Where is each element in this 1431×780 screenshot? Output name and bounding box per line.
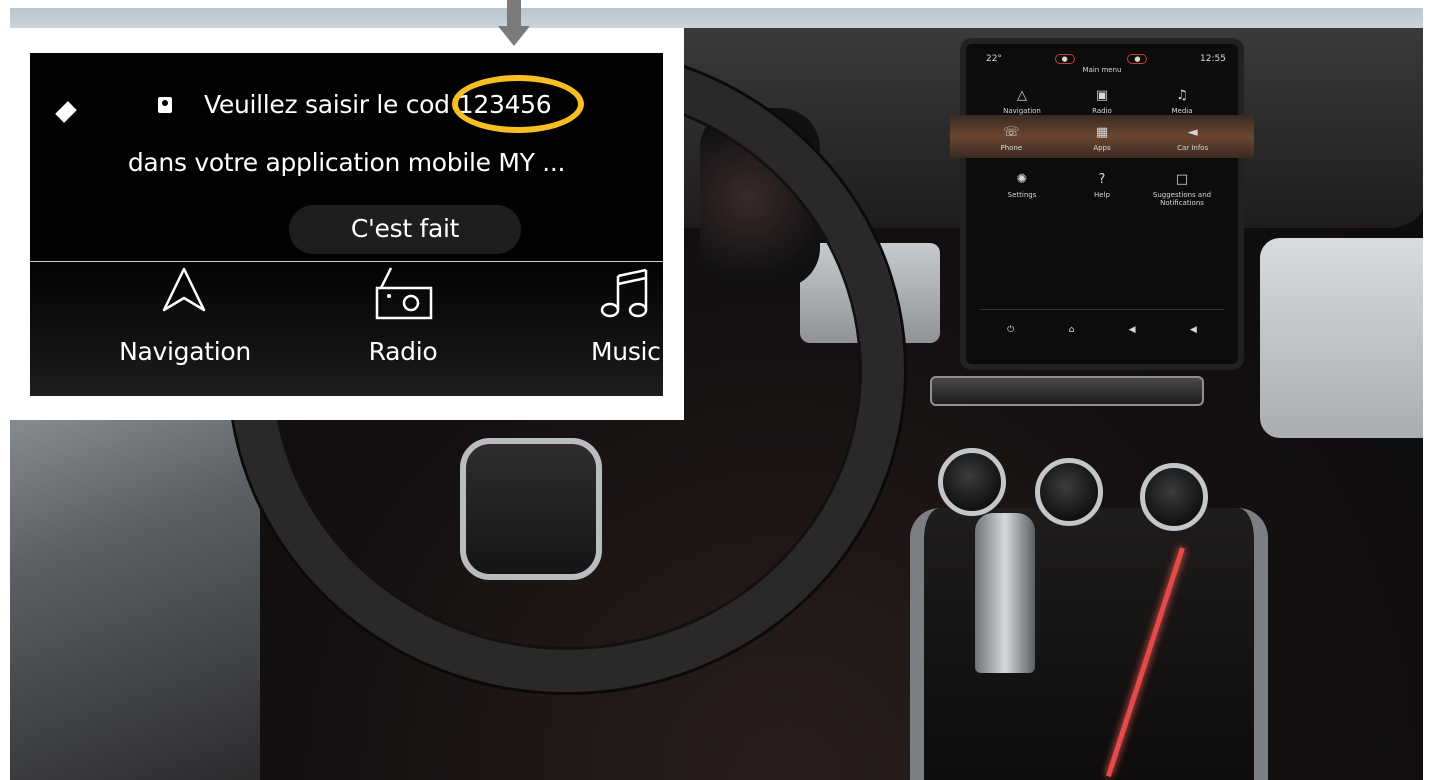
climate-knob-left [938, 448, 1006, 516]
dashboard-trim-right [1260, 238, 1423, 438]
car-menu-label: Car Infos [1177, 144, 1209, 152]
inset-main-menu: Navigation Radio Music [30, 262, 663, 396]
code-highlight-circle [452, 75, 584, 133]
gear-shifter [975, 513, 1035, 673]
car-menu-label: Apps [1093, 144, 1111, 152]
door-panel [10, 408, 260, 780]
car-screen-menu-row-3: ✺ Settings ? Help □ Suggestions and Notific… [966, 158, 1238, 207]
menu-label-navigation: Navigation [119, 337, 251, 366]
car-screen-pill-2: ● [1127, 54, 1148, 64]
notification-message-line2: dans votre application mobile MY ... [127, 148, 566, 177]
volume-up-icon[interactable]: ◀ [1190, 325, 1197, 335]
car-menu-label: Help [1094, 191, 1110, 199]
car-menu-suggestions[interactable]: □ Suggestions and Notifications [1142, 172, 1222, 207]
volume-down-icon[interactable]: ◀ [1129, 325, 1136, 335]
car-screen-bottom-bar: ⏻ ⌂ ◀ ◀ [980, 309, 1224, 350]
car-menu-media[interactable]: ♫ Media [1142, 88, 1222, 115]
car-menu-radio[interactable]: ▣ Radio [1062, 88, 1142, 115]
car-menu-apps[interactable]: ▦ Apps [1057, 125, 1148, 152]
zoomed-screen-inset: Veuillez saisir le cod 123456 dans votre … [8, 28, 684, 420]
navigation-arrow-icon [162, 267, 206, 312]
car-multimedia-screen: 22° ● ● 12:55 Main menu △ Navigation ▣ Rad… [950, 38, 1254, 370]
car-menu-label: Navigation [1003, 107, 1041, 115]
car-menu-car-infos[interactable]: ◄ Car Infos [1147, 125, 1238, 152]
menu-item-music[interactable]: Music [550, 262, 663, 396]
control-strip [930, 376, 1204, 406]
home-icon[interactable]: ⌂ [1069, 325, 1075, 335]
help-icon: ? [1098, 172, 1106, 187]
notification-prefix: Veuillez saisir le cod [204, 90, 450, 119]
contact-card-icon [158, 97, 172, 113]
car-screen-menu-row-2: ☏ Phone ▦ Apps ◄ Car Infos [950, 115, 1254, 158]
radio-icon [375, 267, 433, 320]
car-screen-title: Main menu [1082, 66, 1122, 74]
navigation-icon: △ [1017, 88, 1027, 103]
car-screen-status-bar: 22° ● ● 12:55 [966, 44, 1238, 64]
car-menu-label: Settings [1007, 191, 1037, 199]
center-console [910, 508, 1268, 780]
menu-item-radio[interactable]: Radio [303, 262, 503, 396]
car-icon: ◄ [1187, 125, 1198, 140]
car-menu-phone[interactable]: ☏ Phone [966, 125, 1057, 152]
climate-knob-center [1035, 458, 1103, 526]
music-note-icon: ♫ [1176, 88, 1188, 103]
menu-label-music: Music [591, 337, 661, 366]
radio-icon: ▣ [1095, 88, 1109, 103]
car-screen-time: 12:55 [1200, 54, 1226, 64]
car-screen-menu-grid: △ Navigation ▣ Radio ♫ Media [966, 74, 1238, 115]
phone-icon: ☏ [1003, 125, 1020, 140]
car-screen-temperature: 22° [986, 54, 1002, 64]
power-icon[interactable]: ⏻ [1007, 325, 1014, 335]
confirm-button[interactable]: C'est fait [289, 205, 521, 254]
menu-label-radio: Radio [368, 337, 438, 366]
car-screen-pill: ● [1054, 54, 1075, 64]
car-menu-help[interactable]: ? Help [1062, 172, 1142, 207]
car-menu-label: Suggestions and Notifications [1152, 191, 1212, 207]
car-menu-settings[interactable]: ✺ Settings [982, 172, 1062, 207]
gear-icon: ✺ [1016, 172, 1028, 187]
apps-icon: ▦ [1095, 125, 1109, 140]
pointer-arrow-icon [498, 0, 530, 46]
car-menu-label: Phone [1000, 144, 1023, 152]
car-menu-navigation[interactable]: △ Navigation [982, 88, 1062, 115]
car-menu-label: Media [1171, 107, 1193, 115]
car-menu-label: Radio [1092, 107, 1112, 115]
menu-item-navigation[interactable]: Navigation [85, 262, 285, 396]
climate-knob-right [1140, 463, 1208, 531]
steering-wheel-hub [460, 438, 602, 580]
music-note-icon [600, 268, 648, 318]
renault-logo-icon [55, 101, 77, 123]
notification-icon: □ [1175, 172, 1189, 187]
